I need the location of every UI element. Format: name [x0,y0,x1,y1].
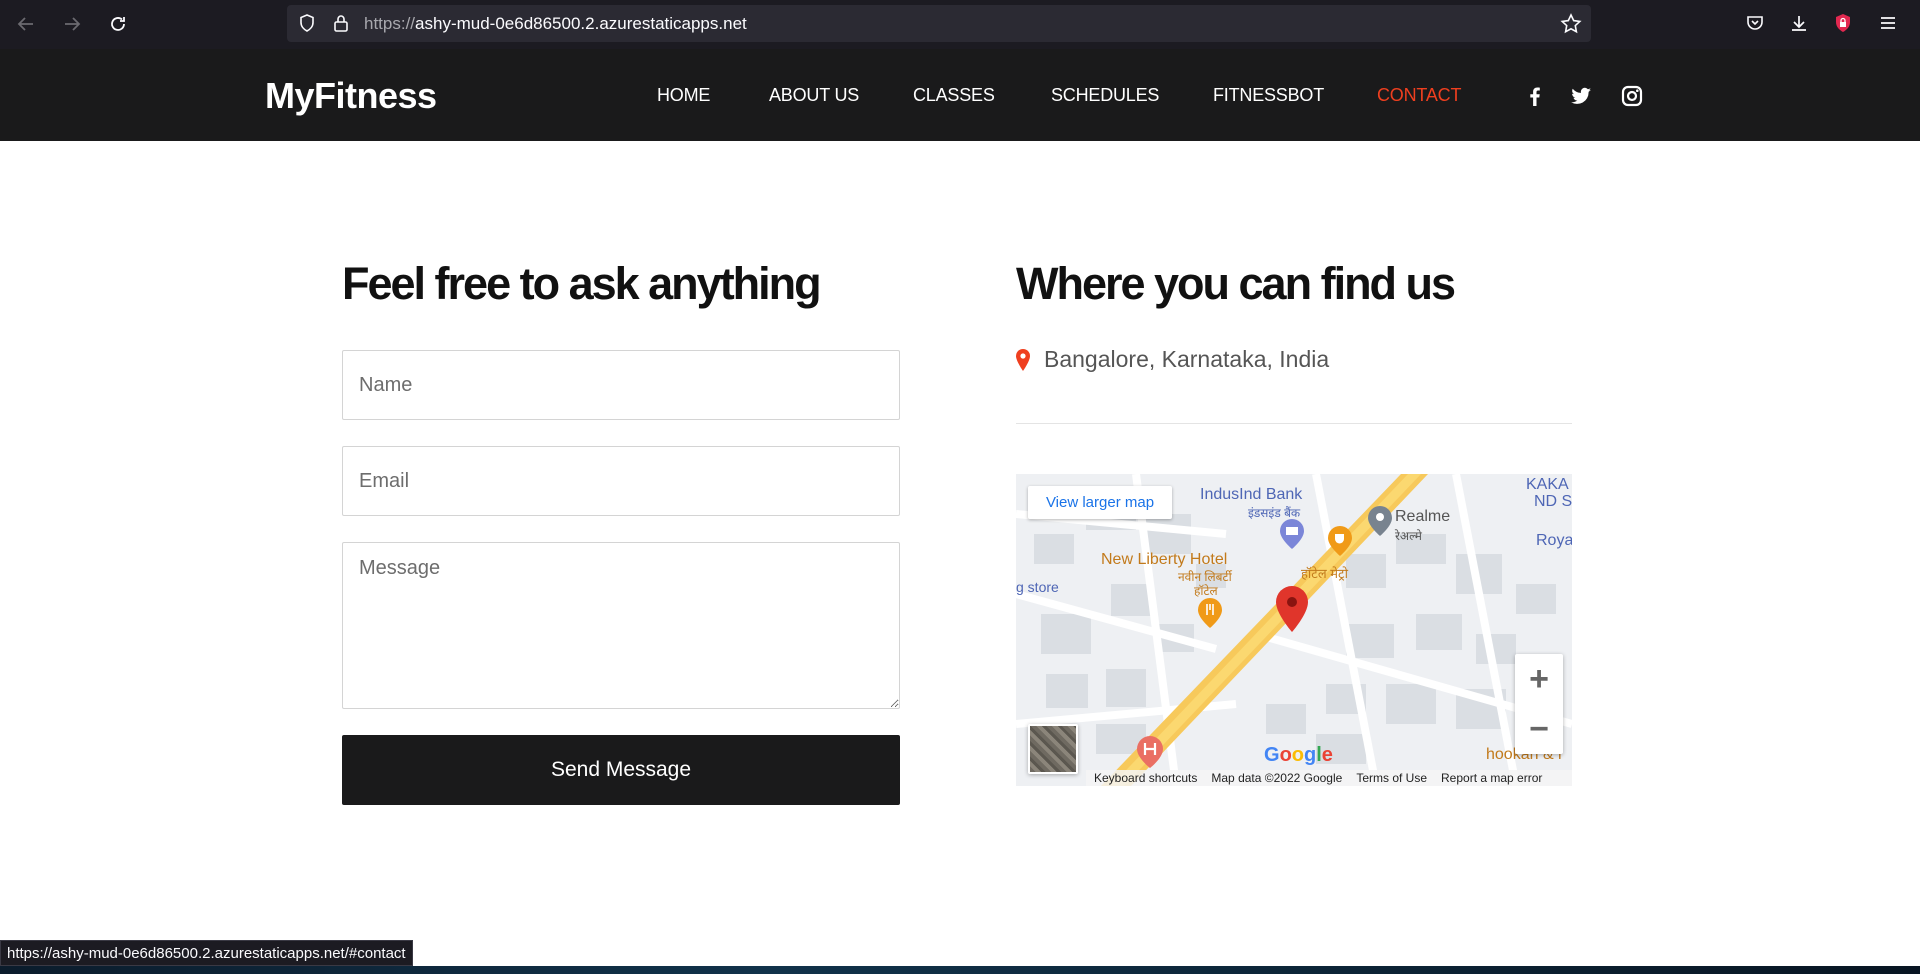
taskbar-strip [0,966,1920,974]
atm-icon [1280,519,1304,554]
shop-pin-icon [1368,506,1392,541]
keyboard-shortcuts-link[interactable]: Keyboard shortcuts [1094,771,1197,785]
nav-contact[interactable]: CONTACT [1377,85,1461,106]
zoom-in-button[interactable]: + [1515,654,1563,704]
map-footer: Keyboard shortcuts Map data ©2022 Google… [1086,770,1572,786]
terms-of-use-link[interactable]: Terms of Use [1356,771,1427,785]
address-line: Bangalore, Karnataka, India [1016,346,1329,373]
hospital-icon [1137,736,1163,773]
url-scheme: https:// [364,14,416,33]
embedded-map[interactable]: View larger map IndusInd Bank इंडसइंड बै… [1016,474,1572,786]
status-url-preview: https://ashy-mud-0e6d86500.2.azurestatic… [0,940,413,966]
nav-about-us[interactable]: ABOUT US [769,85,859,106]
message-textarea[interactable] [342,542,900,709]
nav-home[interactable]: HOME [657,85,710,106]
report-map-error-link[interactable]: Report a map error [1441,771,1542,785]
zoom-out-button[interactable]: − [1515,704,1563,754]
section-divider [1016,423,1572,424]
facebook-icon[interactable] [1523,84,1547,108]
back-arrow-icon[interactable] [14,12,38,36]
map-label-roya: Roya [1536,532,1572,549]
location-heading: Where you can find us [1016,258,1456,309]
map-label-bank: IndusInd Bank [1200,486,1303,503]
nav-fitnessbot[interactable]: FITNESSBOT [1213,85,1324,106]
pocket-icon[interactable] [1743,11,1767,35]
zoom-controls: + − [1515,654,1563,754]
bookmark-star-icon[interactable] [1560,13,1582,35]
map-label-realme-hi: रेअल्मे [1395,529,1422,543]
url-text[interactable]: https://ashy-mud-0e6d86500.2.azurestatic… [364,14,747,34]
map-label-kaka: KAKA [1526,476,1569,493]
map-label-nd: ND S [1534,493,1572,510]
nav-schedules[interactable]: SCHEDULES [1051,85,1159,106]
instagram-icon[interactable] [1620,84,1644,108]
menu-icon[interactable] [1876,11,1900,35]
name-input[interactable] [342,350,900,420]
map-label-realme: Realme [1395,508,1451,525]
send-message-button[interactable]: Send Message [342,735,900,805]
google-logo: Google [1264,744,1333,766]
lock-icon[interactable] [331,13,351,33]
extension-lock-icon[interactable] [1831,11,1855,35]
satellite-toggle[interactable] [1028,724,1078,774]
restaurant-icon [1198,598,1222,633]
site-header: MyFitness HOME ABOUT US CLASSES SCHEDULE… [0,49,1920,141]
map-pin-icon [1016,348,1030,371]
map-label-hotel: New Liberty Hotel [1101,551,1228,568]
cafe-icon [1328,526,1352,561]
address-bar[interactable]: https://ashy-mud-0e6d86500.2.azurestatic… [287,5,1591,42]
map-label-hotel-hi2: हॉटेल [1194,584,1218,598]
url-host: ashy-mud-0e6d86500.2.azurestaticapps.net [415,14,747,33]
location-marker-icon[interactable] [1276,586,1308,637]
view-larger-map-link[interactable]: View larger map [1028,486,1172,519]
email-input[interactable] [342,446,900,516]
address-text: Bangalore, Karnataka, India [1044,346,1330,372]
shield-icon[interactable] [297,13,317,33]
contact-heading: Feel free to ask anything [342,258,822,309]
nav-classes[interactable]: CLASSES [913,85,995,106]
download-icon[interactable] [1787,11,1811,35]
map-label-store: g store [1016,579,1059,595]
brand-logo[interactable]: MyFitness [265,75,437,117]
map-label-metro-hi: हॉटेल मेट्रो [1301,566,1348,581]
forward-arrow-icon[interactable] [60,12,84,36]
twitter-icon[interactable] [1569,84,1593,108]
browser-toolbar: https://ashy-mud-0e6d86500.2.azurestatic… [0,0,1920,49]
map-data-text: Map data ©2022 Google [1211,771,1343,785]
reload-icon[interactable] [106,12,130,36]
